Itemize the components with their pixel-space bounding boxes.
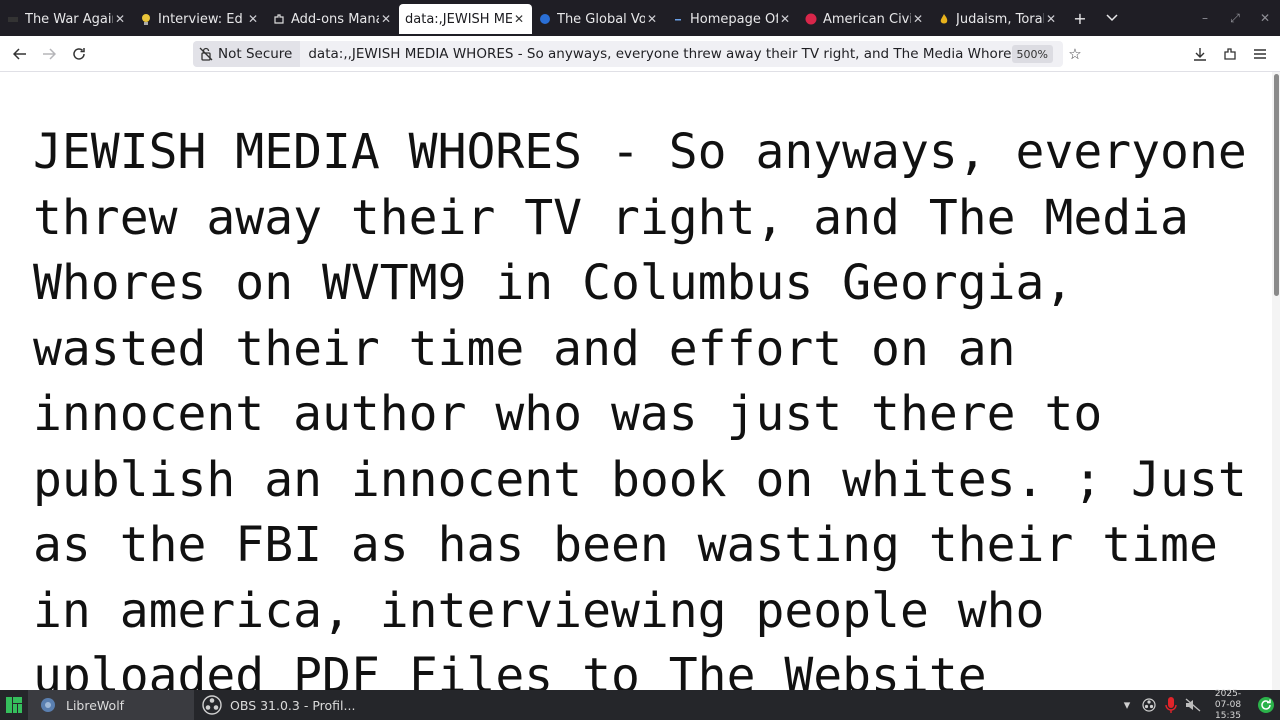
tab-2[interactable]: Interview: Ed F ✕ (133, 4, 266, 34)
security-label: Not Secure (218, 46, 293, 62)
tab-title: The Global Vo (557, 11, 645, 27)
flame-favicon-icon (937, 12, 951, 26)
task-label: LibreWolf (66, 697, 125, 713)
page-content: JEWISH MEDIA WHORES - So anyways, everyo… (0, 72, 1272, 690)
dash-favicon-icon (671, 12, 685, 26)
taskbar-obs[interactable]: OBS 31.0.3 - Profil... (194, 690, 364, 720)
close-icon[interactable]: ✕ (645, 12, 659, 26)
hamburger-menu-icon (1254, 49, 1266, 59)
os-taskbar: LibreWolf OBS 31.0.3 - Profil... ▾ 2025-… (0, 689, 1280, 722)
download-icon (1194, 48, 1206, 61)
tab-title: Judaism, Torah (956, 11, 1044, 27)
start-menu-button[interactable] (0, 690, 28, 720)
menu-button[interactable] (1248, 42, 1272, 66)
close-icon[interactable]: ✕ (246, 12, 260, 26)
broken-lock-icon (199, 47, 213, 61)
security-indicator[interactable]: Not Secure (193, 41, 301, 67)
red-badge-favicon-icon (804, 12, 818, 26)
tab-title: Add-ons Mana (291, 11, 379, 27)
tab-8[interactable]: Judaism, Torah ✕ (931, 4, 1064, 34)
generic-favicon-icon (6, 12, 20, 26)
reload-button[interactable] (67, 42, 91, 66)
page-text: JEWISH MEDIA WHORES - So anyways, everyo… (33, 124, 1247, 690)
update-icon[interactable] (1252, 690, 1280, 720)
minimize-button[interactable]: – (1190, 0, 1220, 36)
task-label: OBS 31.0.3 - Profil... (230, 697, 356, 713)
close-icon[interactable]: ✕ (379, 12, 393, 26)
plus-icon: + (1073, 8, 1087, 28)
system-tray: ▾ 2025-07-08 15:35 (1116, 689, 1280, 722)
vertical-scrollbar[interactable] (1272, 72, 1280, 690)
back-arrow-icon (13, 48, 26, 60)
maximize-icon: ⤢ (1230, 10, 1240, 25)
microphone-icon[interactable] (1160, 690, 1182, 720)
globe-favicon-icon (538, 12, 552, 26)
nav-toolbar: Not Secure data:,,JEWISH MEDIA WHORES - … (0, 36, 1280, 72)
manjaro-logo-icon (6, 697, 22, 713)
close-window-button[interactable]: ✕ (1250, 0, 1280, 36)
tab-5[interactable]: The Global Vo ✕ (532, 4, 665, 34)
tab-strip: The War Agains ✕ Interview: Ed F ✕ Add-o… (0, 0, 1280, 36)
librewolf-icon (40, 697, 56, 713)
volume-muted-icon[interactable] (1182, 690, 1204, 720)
chevron-down-icon (1106, 14, 1118, 22)
obs-icon (202, 695, 222, 715)
close-icon[interactable]: ✕ (512, 12, 526, 26)
close-window-icon: ✕ (1259, 11, 1271, 25)
extensions-button[interactable] (1218, 42, 1242, 66)
tab-7[interactable]: American Civil ✕ (798, 4, 931, 34)
puzzle-favicon-icon (272, 12, 286, 26)
forward-button[interactable] (37, 42, 61, 66)
tab-list-button[interactable] (1096, 3, 1128, 33)
downloads-button[interactable] (1188, 42, 1212, 66)
close-icon[interactable]: ✕ (1044, 12, 1058, 26)
tab-6[interactable]: Homepage Of ✕ (665, 4, 798, 34)
tab-title: Homepage Of (690, 11, 778, 27)
close-icon[interactable]: ✕ (911, 12, 925, 26)
tab-title: data:,JEWISH ME (405, 11, 512, 27)
tab-3[interactable]: Add-ons Mana ✕ (266, 4, 399, 34)
scrollbar-thumb[interactable] (1274, 74, 1279, 296)
zoom-indicator[interactable]: 500% (1011, 45, 1053, 63)
clock[interactable]: 2025-07-08 15:35 (1208, 689, 1248, 722)
clock-date: 2025-07-08 (1214, 688, 1242, 710)
forward-arrow-icon (43, 48, 56, 60)
tab-title: Interview: Ed F (158, 11, 246, 27)
network-icon[interactable]: ▾ (1116, 690, 1138, 720)
tab-title: The War Agains (25, 11, 113, 27)
minimize-icon: – (1202, 11, 1208, 25)
close-icon[interactable]: ✕ (113, 12, 127, 26)
obs-tray-icon[interactable] (1138, 690, 1160, 720)
tab-4-active[interactable]: data:,JEWISH ME ✕ (399, 4, 532, 34)
tab-1[interactable]: The War Agains ✕ (0, 4, 133, 34)
tab-title: American Civil (823, 11, 911, 27)
puzzle-icon (1224, 48, 1236, 60)
maximize-button[interactable]: ⤢ (1220, 0, 1250, 36)
url-bar[interactable]: Not Secure data:,,JEWISH MEDIA WHORES - … (193, 41, 1063, 67)
taskbar-librewolf[interactable]: LibreWolf (28, 690, 194, 720)
close-icon[interactable]: ✕ (778, 12, 792, 26)
new-tab-button[interactable]: + (1064, 3, 1096, 33)
url-text[interactable]: data:,,JEWISH MEDIA WHORES - So anyways,… (308, 46, 1016, 62)
star-icon: ☆ (1068, 45, 1082, 63)
bookmark-button[interactable]: ☆ (1063, 42, 1087, 66)
back-button[interactable] (8, 42, 32, 66)
reload-icon (73, 48, 85, 60)
lightbulb-favicon-icon (139, 12, 153, 26)
